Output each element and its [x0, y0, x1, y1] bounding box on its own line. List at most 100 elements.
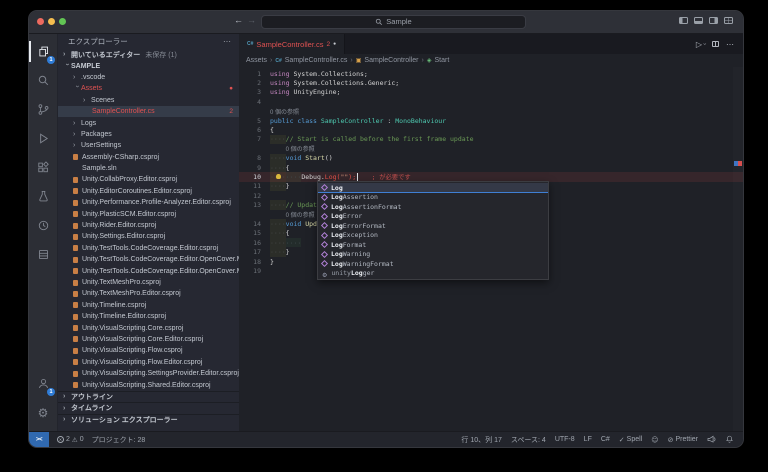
indentation-status[interactable]: スペース: 4	[511, 435, 546, 445]
suggestion-item[interactable]: LogError	[318, 212, 548, 222]
toggle-panel-icon[interactable]	[694, 17, 703, 24]
codelens-references[interactable]: 0 個の参照	[286, 210, 315, 219]
command-center-search[interactable]: Sample	[261, 15, 526, 29]
run-button[interactable]: ▷›	[696, 40, 705, 49]
tree-item[interactable]: › Unity.PlasticSCM.Editor.csproj	[58, 208, 239, 219]
megaphone-icon[interactable]	[707, 435, 716, 444]
back-icon[interactable]: ←	[234, 15, 243, 25]
modified-dot-icon[interactable]: ●	[333, 41, 336, 47]
problems-status[interactable]: ✕ 2 ⚠ 0	[57, 436, 84, 444]
tree-item[interactable]: › Logs	[58, 117, 239, 128]
code-line[interactable]: 8 ····void Start()	[239, 154, 743, 163]
suggestion-item[interactable]: LogErrorFormat	[318, 221, 548, 231]
tree-item[interactable]: › Assembly-CSharp.csproj	[58, 152, 239, 163]
overview-ruler[interactable]	[733, 67, 743, 431]
tree-item[interactable]: › Unity.VisualScripting.Core.csproj	[58, 322, 239, 333]
suggestion-item[interactable]: LogException	[318, 231, 548, 241]
tree-item[interactable]: › Unity.TextMeshPro.Editor.csproj	[58, 288, 239, 299]
cursor-position[interactable]: 行 10、列 17	[461, 435, 501, 445]
tree-item[interactable]: › Unity.Timeline.Editor.csproj	[58, 311, 239, 322]
tree-item[interactable]: › Unity.Settings.Editor.csproj	[58, 231, 239, 242]
run-debug-icon[interactable]	[29, 124, 57, 153]
code-line[interactable]: 3 using UnityEngine;	[239, 88, 743, 97]
extensions-icon[interactable]	[29, 153, 57, 182]
tree-item[interactable]: › Unity.VisualScripting.Core.Editor.cspr…	[58, 334, 239, 345]
code-line[interactable]: 4	[239, 97, 743, 106]
codelens-references[interactable]: 0 個の参照	[270, 107, 299, 116]
tree-item[interactable]: › Unity.VisualScripting.SettingsProvider…	[58, 368, 239, 379]
close-window-button[interactable]	[37, 18, 44, 25]
tree-item[interactable]: › 開いているエディター 未保存 (1)	[58, 49, 239, 60]
toggle-secondary-sidebar-icon[interactable]	[709, 17, 718, 24]
remote-indicator[interactable]: ><	[29, 432, 49, 447]
layers-icon[interactable]	[29, 240, 57, 269]
split-editor-icon[interactable]	[712, 41, 719, 47]
explorer-more-actions-icon[interactable]: ⋯	[223, 37, 231, 46]
tree-item[interactable]: › アウトライン	[58, 391, 239, 402]
suggestion-item[interactable]: unityLogger	[318, 269, 548, 279]
suggestion-item[interactable]: LogFormat	[318, 240, 548, 250]
forward-icon[interactable]: →	[247, 15, 256, 25]
tree-item[interactable]: › Unity.EditorCoroutines.Editor.csproj	[58, 186, 239, 197]
tree-item[interactable]: › タイムライン	[58, 402, 239, 413]
encoding-status[interactable]: UTF-8	[555, 436, 575, 443]
customize-layout-icon[interactable]	[724, 17, 733, 24]
search-view-icon[interactable]	[29, 66, 57, 95]
suggestion-item[interactable]: LogWarningFormat	[318, 259, 548, 269]
suggestion-item[interactable]: LogAssertion	[318, 193, 548, 203]
breadcrumb-file[interactable]: SampleController.cs	[285, 57, 348, 64]
breadcrumb-assets[interactable]: Assets	[246, 57, 267, 64]
suggestion-item[interactable]: LogWarning	[318, 250, 548, 260]
prettier-status[interactable]: ⊘ Prettier	[668, 436, 698, 444]
breadcrumb-class[interactable]: SampleController	[364, 57, 418, 64]
toggle-sidebar-icon[interactable]	[679, 17, 688, 24]
tree-item[interactable]: › Unity.TestTools.CodeCoverage.Editor.cs…	[58, 243, 239, 254]
project-count[interactable]: プロジェクト: 28	[92, 435, 146, 445]
tab-samplecontroller[interactable]: C# SampleController.cs 2 ●	[239, 34, 345, 54]
code-line[interactable]: 2 using System.Collections.Generic;	[239, 78, 743, 87]
eol-status[interactable]: LF	[584, 436, 592, 443]
code-line[interactable]: 0 個の参照	[239, 144, 743, 153]
spell-status[interactable]: ✓ Spell	[619, 436, 642, 444]
language-mode[interactable]: C#	[601, 436, 610, 443]
code-line[interactable]: 7 ····// Start is called before the firs…	[239, 135, 743, 144]
code-line[interactable]: 5 public class SampleController : MonoBe…	[239, 116, 743, 125]
code-line[interactable]: 1 using System.Collections;	[239, 69, 743, 78]
code-line[interactable]: 0 個の参照	[239, 107, 743, 116]
editor-more-actions-icon[interactable]: ⋯	[726, 40, 734, 49]
code-line[interactable]: 6 {	[239, 125, 743, 134]
explorer-icon[interactable]: 1	[29, 37, 57, 66]
tree-item[interactable]: › UserSettings	[58, 140, 239, 151]
feedback-smiley-icon[interactable]: ☺	[651, 436, 658, 444]
tree-item[interactable]: › Unity.VisualScripting.Flow.csproj	[58, 345, 239, 356]
account-icon[interactable]: 1	[29, 369, 57, 398]
tree-item[interactable]: › Assets ●	[58, 83, 239, 94]
tree-item[interactable]: › Unity.Rider.Editor.csproj	[58, 220, 239, 231]
lightbulb-icon[interactable]	[276, 174, 281, 179]
testing-beaker-icon[interactable]	[29, 182, 57, 211]
codelens-references[interactable]: 0 個の参照	[286, 144, 315, 153]
tree-item[interactable]: › SampleController.cs 2	[58, 106, 239, 117]
tree-item[interactable]: › .vscode	[58, 72, 239, 83]
zoom-window-button[interactable]	[59, 18, 66, 25]
tree-item[interactable]: › Unity.VisualScripting.Flow.Editor.cspr…	[58, 357, 239, 368]
breadcrumb-method[interactable]: Start	[434, 57, 449, 64]
tree-item[interactable]: › ソリューション エクスプローラー	[58, 414, 239, 425]
code-line[interactable]: 9 ····{	[239, 163, 743, 172]
tree-item[interactable]: › Unity.TestTools.CodeCoverage.Editor.Op…	[58, 265, 239, 276]
settings-gear-icon[interactable]: ⚙	[29, 398, 57, 427]
tree-item[interactable]: › SAMPLE	[58, 60, 239, 71]
tree-item[interactable]: › Unity.VisualScripting.Shared.Editor.cs…	[58, 379, 239, 390]
tree-item[interactable]: › Packages	[58, 129, 239, 140]
tree-item[interactable]: › Unity.Performance.Profile-Analyzer.Edi…	[58, 197, 239, 208]
bell-icon[interactable]	[725, 435, 734, 444]
clock-icon[interactable]	[29, 211, 57, 240]
tree-item[interactable]: › Unity.CollabProxy.Editor.csproj	[58, 174, 239, 185]
tree-item[interactable]: › Sample.sln	[58, 163, 239, 174]
tree-item[interactable]: › Unity.TextMeshPro.csproj	[58, 277, 239, 288]
source-control-icon[interactable]	[29, 95, 57, 124]
suggestion-item[interactable]: LogAssertionFormat	[318, 202, 548, 212]
tree-item[interactable]: › Unity.TestTools.CodeCoverage.Editor.Op…	[58, 254, 239, 265]
tree-item[interactable]: › Scenes	[58, 95, 239, 106]
tree-item[interactable]: › Unity.Timeline.csproj	[58, 300, 239, 311]
